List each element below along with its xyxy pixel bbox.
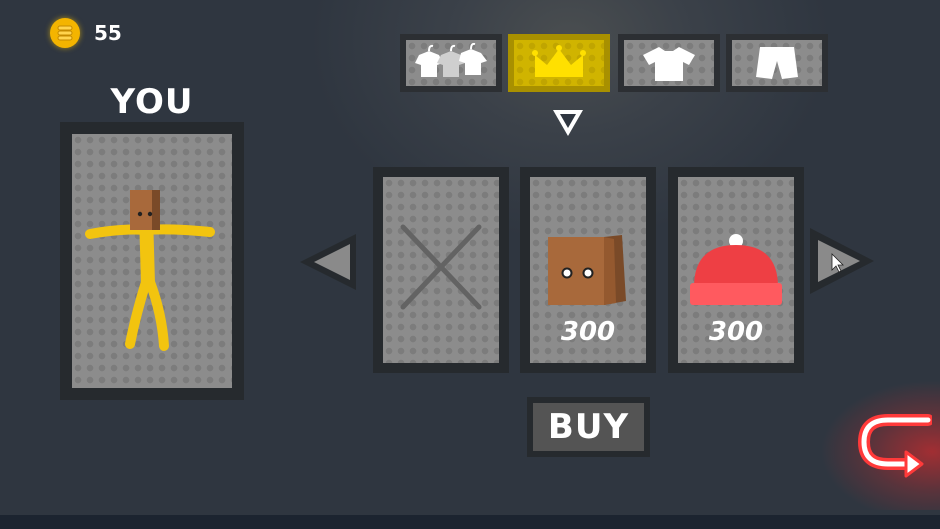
next-arrow-icon[interactable] xyxy=(808,228,874,294)
x-icon xyxy=(400,224,482,310)
tab-all-clothes[interactable] xyxy=(400,34,502,92)
item-price: 300 xyxy=(708,317,764,347)
buy-label: BUY xyxy=(533,403,644,451)
tab-shirts[interactable] xyxy=(618,34,720,92)
avatar-background xyxy=(72,134,232,388)
shorts-icon xyxy=(756,47,798,79)
crown-icon xyxy=(532,45,586,77)
buy-button[interactable]: BUY xyxy=(527,397,650,457)
paper-bag-icon xyxy=(548,235,626,305)
bottom-bar xyxy=(0,515,940,529)
selected-tab-pointer-icon xyxy=(553,110,583,136)
player-title: YOU xyxy=(110,82,194,122)
back-arrow-icon[interactable] xyxy=(858,412,932,480)
coin-counter: 55 xyxy=(50,18,122,48)
tab-hats[interactable] xyxy=(508,34,610,92)
item-card-paper-bag[interactable]: 300 xyxy=(520,167,656,373)
item-card-beanie[interactable]: 300 xyxy=(668,167,804,373)
tshirt-icon xyxy=(643,47,695,81)
item-price: 300 xyxy=(560,317,616,347)
previous-arrow-icon[interactable] xyxy=(300,234,358,290)
avatar-preview xyxy=(60,122,244,400)
tab-pants[interactable] xyxy=(726,34,828,92)
hangers-clothes-icon xyxy=(415,43,487,77)
red-beanie-icon xyxy=(690,234,782,305)
coin-stack-icon xyxy=(50,18,80,48)
coin-count: 55 xyxy=(94,21,122,45)
stickman-avatar xyxy=(85,190,215,351)
item-card-none[interactable] xyxy=(373,167,509,373)
